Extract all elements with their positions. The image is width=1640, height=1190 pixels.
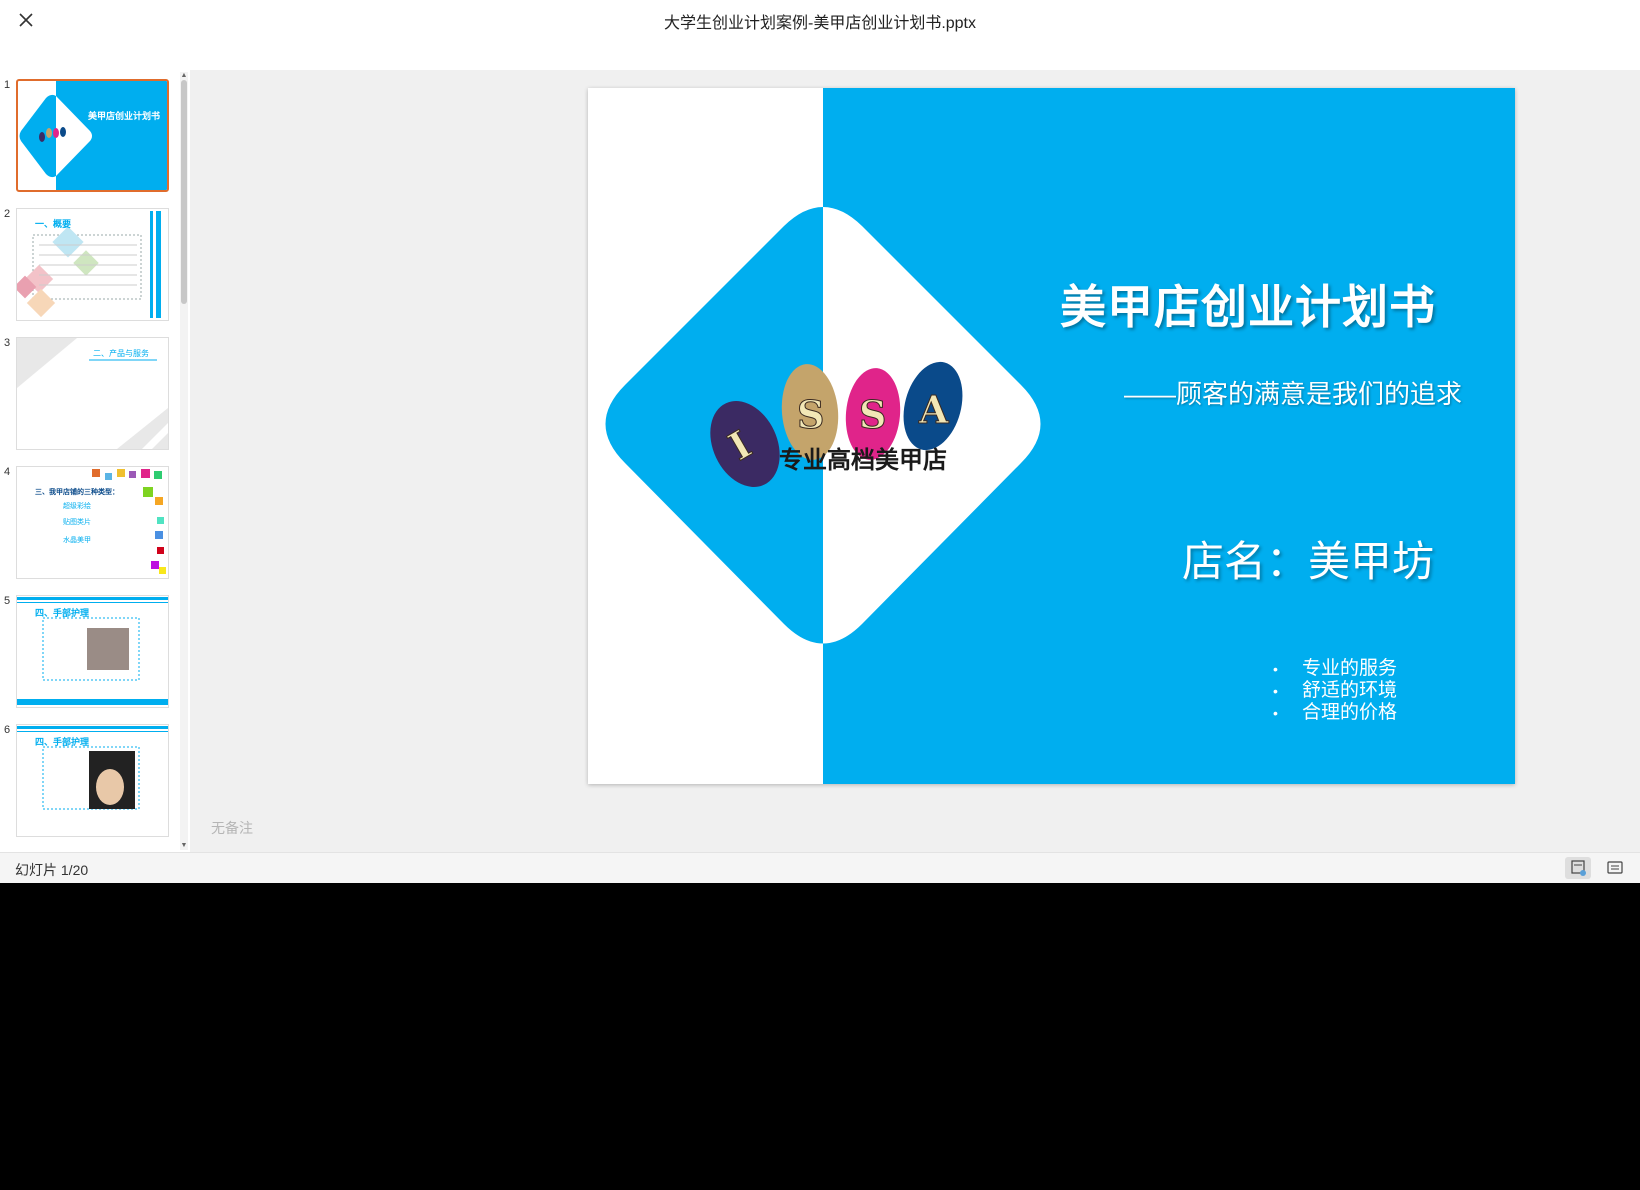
slide-layout-icon xyxy=(1607,861,1623,874)
thumb-number: 5 xyxy=(4,595,11,607)
slide-canvas-area: I S S A 专业高档美甲店 美甲店创业计划书 ——顾客的满意是我们的追求 店… xyxy=(190,70,1640,852)
logo-letter: S xyxy=(859,392,886,437)
thumb-number: 6 xyxy=(4,724,11,736)
slide-thumbnail-5[interactable]: 四、手部护理 xyxy=(16,595,169,708)
presentation-viewer: 大学生创业计划案例-美甲店创业计划书.pptx 1 美甲店创业计划书 2 一、概… xyxy=(0,0,1640,883)
slide-title: 美甲店创业计划书 xyxy=(1060,281,1436,333)
title-bar: 大学生创业计划案例-美甲店创业计划书.pptx xyxy=(0,0,1640,70)
slide-thumbnail-2[interactable]: 一、概要 xyxy=(16,208,169,321)
feature-bullet: 专业的服务 xyxy=(1273,658,1397,680)
thumb-3-title: 二、产品与服务 xyxy=(93,349,149,358)
thumb-number: 4 xyxy=(4,466,11,478)
document-title: 大学生创业计划案例-美甲店创业计划书.pptx xyxy=(663,15,977,32)
slide-thumbnails-panel: 1 美甲店创业计划书 2 一、概要 3 二、产品与服务 4 三、我甲店铺的三种类… xyxy=(0,70,180,852)
thumb-1-title: 美甲店创业计划书 xyxy=(88,111,161,121)
notes-icon xyxy=(1571,860,1586,876)
slide-view-button[interactable] xyxy=(1602,857,1628,879)
status-bar: 幻灯片 1/20 xyxy=(0,852,1640,883)
slide-thumbnail-1[interactable]: 美甲店创业计划书 xyxy=(16,79,169,192)
thumb-number: 2 xyxy=(4,208,11,220)
slide-thumbnail-6[interactable]: 四、手部护理 xyxy=(16,724,169,837)
slide-subtitle: ——顾客的满意是我们的追求 xyxy=(1123,379,1462,409)
scroll-down-icon[interactable]: ▼ xyxy=(180,842,188,850)
thumbnail-scrollbar[interactable]: ▲ ▼ xyxy=(180,72,188,850)
slide-thumbnail-3[interactable]: 二、产品与服务 xyxy=(16,337,169,450)
feature-bullet: 舒适的环境 xyxy=(1273,680,1397,702)
thumb-5-title: 四、手部护理 xyxy=(35,608,90,618)
speaker-notes[interactable]: 无备注 xyxy=(211,818,253,838)
thumb-4-item: 超级彩绘 xyxy=(63,503,91,510)
thumb-4-preview xyxy=(92,469,166,574)
current-slide[interactable]: I S S A 专业高档美甲店 美甲店创业计划书 ——顾客的满意是我们的追求 店… xyxy=(588,88,1515,784)
scrollbar-thumb[interactable] xyxy=(181,80,187,304)
thumb-1-preview xyxy=(19,81,167,190)
notes-view-button[interactable] xyxy=(1565,857,1591,879)
thumb-4-item: 贴图类片 xyxy=(63,519,91,526)
thumb-2-title: 一、概要 xyxy=(35,219,72,229)
slide-counter: 幻灯片 1/20 xyxy=(15,862,89,878)
scroll-up-icon[interactable]: ▲ xyxy=(180,72,188,80)
thumb-6-title: 四、手部护理 xyxy=(35,737,90,747)
shop-name: 店名：美甲坊 xyxy=(1181,538,1434,585)
thumb-4-title: 三、我甲店铺的三种类型： xyxy=(35,489,119,496)
thumb-4-item: 水晶美甲 xyxy=(63,537,91,544)
logo-letter: S xyxy=(797,392,824,437)
logo-tagline: 专业高档美甲店 xyxy=(779,446,947,474)
slide-thumbnail-4[interactable]: 三、我甲店铺的三种类型： 超级彩绘 贴图类片 水晶美甲 xyxy=(16,466,169,579)
feature-bullet-list: 专业的服务 舒适的环境 合理的价格 xyxy=(1273,658,1397,724)
thumb-number: 3 xyxy=(4,337,11,349)
thumb-number: 1 xyxy=(4,79,11,91)
logo-letter: A xyxy=(918,387,949,432)
feature-bullet: 合理的价格 xyxy=(1273,702,1397,724)
